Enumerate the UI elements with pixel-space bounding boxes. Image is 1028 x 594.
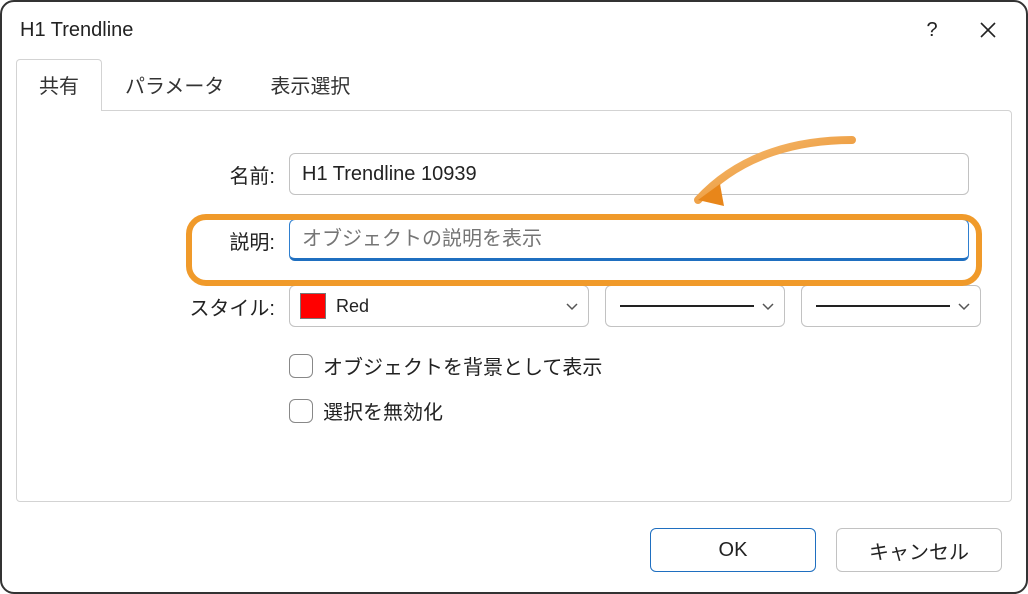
- cancel-button[interactable]: キャンセル: [836, 528, 1002, 572]
- style-line-type-combo[interactable]: [605, 285, 785, 327]
- label-draw-as-background: オブジェクトを背景として表示: [323, 351, 602, 380]
- title-bar: H1 Trendline ?: [2, 2, 1026, 58]
- line-width-sample-icon: [816, 305, 950, 307]
- color-swatch-icon: [300, 293, 326, 319]
- help-icon: ?: [926, 19, 937, 42]
- tab-parameters[interactable]: パラメータ: [102, 59, 247, 111]
- label-style: スタイル:: [41, 292, 289, 321]
- row-description: 説明:: [41, 219, 987, 261]
- row-name: 名前:: [41, 153, 987, 195]
- line-type-sample-icon: [620, 305, 754, 307]
- dialog-title: H1 Trendline: [20, 19, 904, 42]
- checkbox-draw-as-background[interactable]: [289, 354, 313, 378]
- help-button[interactable]: ?: [904, 8, 960, 52]
- chevron-down-icon: [762, 298, 774, 314]
- tab-strip: 共有 パラメータ 表示選択: [2, 58, 1026, 110]
- row-draw-as-background: オブジェクトを背景として表示: [289, 351, 987, 380]
- label-description: 説明:: [41, 226, 289, 255]
- close-icon: [979, 21, 997, 39]
- close-button[interactable]: [960, 8, 1016, 52]
- chevron-down-icon: [958, 298, 970, 314]
- style-line-width-combo[interactable]: [801, 285, 981, 327]
- cancel-button-label: キャンセル: [869, 536, 969, 565]
- row-style: スタイル: Red: [41, 285, 987, 327]
- style-color-combo[interactable]: Red: [289, 285, 589, 327]
- chevron-down-icon: [566, 298, 578, 314]
- dialog-button-row: OK キャンセル: [650, 528, 1002, 572]
- dialog-window: H1 Trendline ? 共有 パラメータ 表示選択 名前: 説明:: [0, 0, 1028, 594]
- description-input[interactable]: [289, 219, 969, 261]
- tab-display[interactable]: 表示選択: [247, 59, 373, 111]
- label-disable-selection: 選択を無効化: [323, 396, 443, 425]
- style-color-value: Red: [336, 296, 369, 317]
- tab-common[interactable]: 共有: [16, 59, 102, 111]
- ok-button-label: OK: [719, 539, 748, 562]
- checkbox-disable-selection[interactable]: [289, 399, 313, 423]
- ok-button[interactable]: OK: [650, 528, 816, 572]
- tab-panel-common: 名前: 説明: スタイル: Red: [16, 110, 1012, 502]
- label-name: 名前:: [41, 160, 289, 189]
- name-input[interactable]: [289, 153, 969, 195]
- row-disable-selection: 選択を無効化: [289, 396, 987, 425]
